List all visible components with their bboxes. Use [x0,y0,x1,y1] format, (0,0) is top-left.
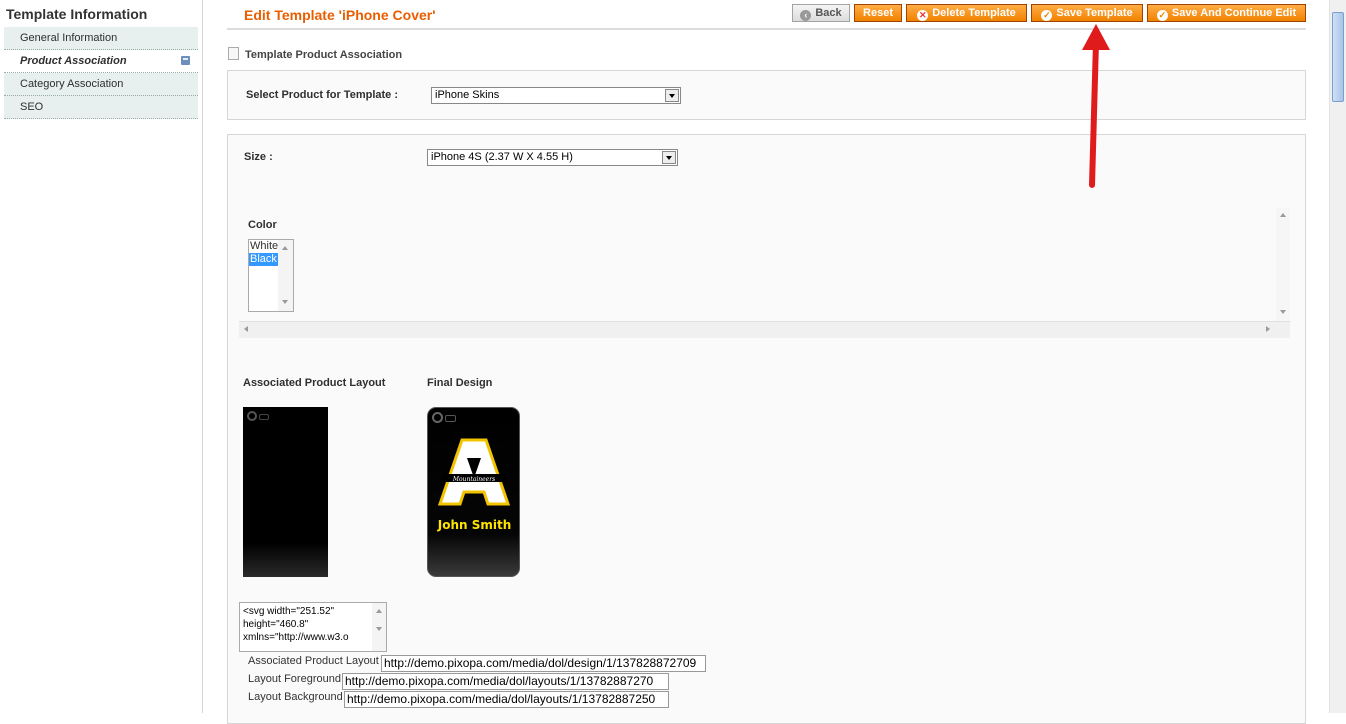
sidebar: Template Information General Information… [0,0,203,713]
camera-icon [432,412,443,423]
svg-source-line: <svg width="251.52" [243,606,335,617]
sidebar-tabs: General Information Product Association … [4,27,198,119]
size-select-value: iPhone 4S (2.37 W X 4.55 H) [431,151,573,163]
sidebar-item-label: Product Association [20,55,127,67]
save-and-continue-button[interactable]: ✓ Save And Continue Edit [1147,4,1306,22]
product-select-value: iPhone Skins [435,89,500,101]
chevron-down-icon[interactable] [662,151,676,164]
scroll-right-icon[interactable] [1266,326,1270,332]
svg-source-textarea[interactable]: <svg width="251.52" height="460.8" xmlns… [239,602,387,652]
save-button-label: Save Template [1056,7,1133,19]
color-option-black[interactable]: Black [249,253,278,266]
scroll-up-icon[interactable] [282,246,288,250]
check-icon: ✓ [1041,10,1053,21]
sidebar-item-product-association[interactable]: Product Association [4,50,198,73]
options-horizontal-scrollbar[interactable] [239,321,1290,338]
svg-source-line: xmlns="http://www.w3.o [243,632,349,643]
listbox-scrollbar[interactable] [278,240,293,311]
section-title: Template Product Association [245,49,403,61]
back-button-label: Back [815,7,842,19]
reset-button-label: Reset [863,7,893,19]
check-icon: ✓ [1156,10,1168,21]
chevron-down-icon[interactable] [665,89,679,102]
layout-foreground-url-input[interactable]: http://demo.pixopa.com/media/dol/layouts… [342,673,669,690]
scroll-up-icon[interactable] [1280,213,1286,217]
back-arrow-icon: ‹ [800,10,812,21]
options-vertical-scrollbar[interactable] [1276,208,1290,321]
scroll-left-icon[interactable] [244,326,248,332]
back-button[interactable]: ‹ Back [792,4,850,22]
scroll-down-icon[interactable] [282,300,288,304]
layout-background-label: Layout Background [248,691,343,703]
reset-button[interactable]: Reset [854,4,902,22]
document-icon [228,47,239,60]
sidebar-item-category-association[interactable]: Category Association [4,73,198,96]
scrollbar-thumb[interactable] [1332,12,1344,102]
associated-layout-url-input[interactable]: http://demo.pixopa.com/media/dol/design/… [381,655,706,672]
scroll-down-icon[interactable] [1280,310,1286,314]
associated-layout-image [243,407,328,577]
flash-icon [445,415,456,422]
layout-background-url-input[interactable]: http://demo.pixopa.com/media/dol/layouts… [344,691,669,708]
flash-icon [259,414,269,420]
delete-icon: ✕ [917,10,929,21]
camera-icon [247,411,257,421]
design-name-text: John Smith [437,518,512,532]
design-banner-text: Mountaineers [452,476,495,483]
sidebar-item-label: SEO [20,101,44,113]
color-option-white[interactable]: White [249,240,278,253]
size-label: Size : [244,151,273,163]
final-design-image: Mountaineers John Smith [427,407,520,577]
page-title: Edit Template 'iPhone Cover' [244,7,436,23]
textarea-scrollbar[interactable] [372,603,386,651]
save-state-icon [181,56,190,65]
sidebar-item-label: General Information [20,32,118,44]
sidebar-title: Template Information [6,6,148,22]
product-options-panel [227,134,1306,724]
product-label: Select Product for Template : [246,89,398,101]
scroll-down-icon[interactable] [376,627,382,631]
scroll-up-icon[interactable] [376,609,382,613]
layout-foreground-label: Layout Foreground [248,673,341,685]
size-select[interactable]: iPhone 4S (2.37 W X 4.55 H) [427,149,678,166]
sidebar-item-seo[interactable]: SEO [4,96,198,119]
product-select[interactable]: iPhone Skins [431,87,681,104]
section-heading: Template Product Association [228,47,402,61]
annotation-arrow-icon [1082,24,1110,188]
window-scrollbar[interactable] [1329,0,1346,713]
final-design-title: Final Design [427,377,493,389]
save-continue-button-label: Save And Continue Edit [1171,7,1297,19]
associated-layout-label: Associated Product Layout [248,655,379,667]
header-divider [227,28,1306,30]
delete-button-label: Delete Template [932,7,1016,19]
sidebar-item-label: Category Association [20,78,124,90]
color-listbox[interactable]: White Black [248,239,294,312]
associated-layout-title: Associated Product Layout [243,377,386,389]
delete-template-button[interactable]: ✕ Delete Template [906,4,1027,22]
sidebar-item-general-information[interactable]: General Information [4,27,198,50]
svg-source-line: height="460.8" [243,619,309,630]
color-label: Color [248,219,277,231]
varsity-letter-logo: Mountaineers [438,438,510,506]
